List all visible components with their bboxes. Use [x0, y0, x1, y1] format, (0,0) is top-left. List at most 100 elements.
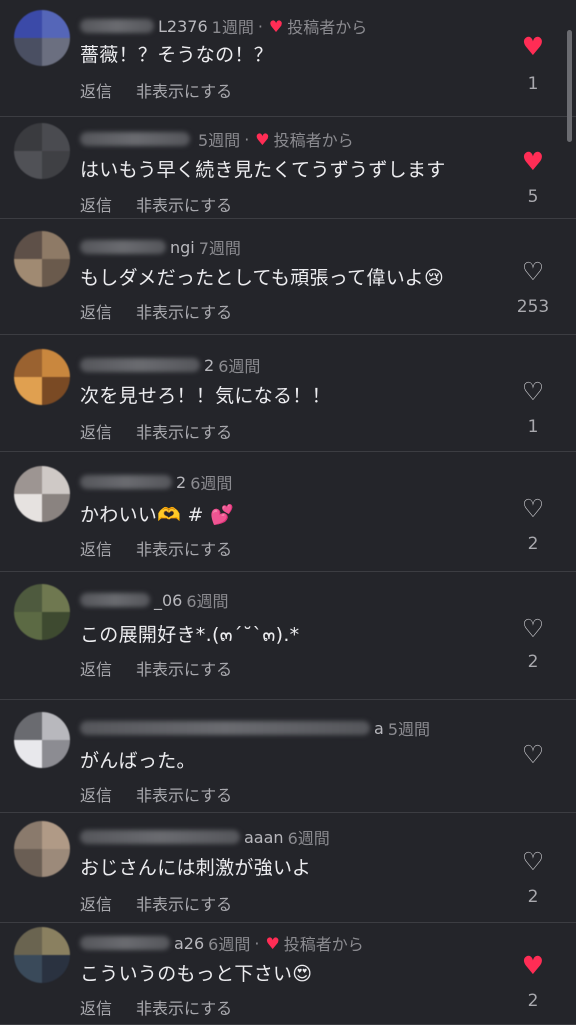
username-redacted[interactable] — [80, 830, 240, 844]
like-count: 2 — [527, 991, 539, 1011]
username-redacted[interactable] — [80, 593, 150, 607]
comment-actions: 返信 非表示にする — [80, 995, 256, 1019]
like-count: 2 — [527, 534, 539, 554]
comment-time: 1週間 — [211, 18, 254, 37]
reply-button[interactable]: 返信 — [80, 82, 112, 101]
hide-button[interactable]: 非表示にする — [136, 999, 232, 1018]
heart-filled-icon[interactable]: ♥ — [518, 34, 548, 59]
username[interactable]: L2376 — [158, 17, 208, 36]
like-count: 5 — [527, 187, 539, 207]
avatar[interactable] — [14, 927, 70, 983]
username[interactable]: a — [374, 719, 384, 738]
hide-button[interactable]: 非表示にする — [136, 303, 232, 322]
author-liked-label: 投稿者から — [283, 935, 364, 954]
avatar[interactable] — [14, 821, 70, 877]
comment-item: a26 6週間 · ♥ 投稿者から こういうのもっと下さい😍 返信 非表示にする ♥ 2 — [0, 923, 576, 1025]
username-redacted[interactable] — [80, 358, 200, 372]
username[interactable]: a26 — [174, 934, 204, 953]
comment-meta: _06 6週間 — [80, 588, 229, 612]
username-redacted[interactable] — [80, 132, 190, 146]
author-liked-label: 投稿者から — [287, 18, 368, 37]
avatar[interactable] — [14, 712, 70, 768]
comment-meta: L2376 1週間 · ♥ 投稿者から — [80, 14, 367, 38]
hide-button[interactable]: 非表示にする — [136, 423, 232, 442]
reply-button[interactable]: 返信 — [80, 786, 112, 805]
heart-filled-icon: ♥ — [255, 129, 270, 149]
hide-button[interactable]: 非表示にする — [136, 895, 232, 914]
comment-meta: 5週間 · ♥ 投稿者から — [80, 127, 354, 151]
reply-button[interactable]: 返信 — [80, 196, 112, 215]
username-redacted[interactable] — [80, 936, 170, 950]
hide-button[interactable]: 非表示にする — [136, 82, 232, 101]
comment-text: がんばった。 — [80, 750, 196, 772]
hide-button[interactable]: 非表示にする — [136, 540, 232, 559]
author-liked-label: 投稿者から — [273, 131, 354, 150]
avatar[interactable] — [14, 584, 70, 640]
avatar[interactable] — [14, 123, 70, 179]
comment-time: 6週間 — [190, 474, 233, 493]
comment-time: 6週間 — [208, 935, 251, 954]
comment-meta: 2 6週間 — [80, 353, 260, 377]
comment-item: L2376 1週間 · ♥ 投稿者から 薔薇！？そうなの！？ 返信 非表示にする ♥ 1 — [0, 0, 576, 117]
comment-text: かわいい🫶 # 💕 — [80, 504, 235, 526]
heart-filled-icon[interactable]: ♥ — [518, 953, 548, 978]
comment-item: 5週間 · ♥ 投稿者からはいもう早く続き見たくてうずうずします 返信 非表示にする ♥ 5 — [0, 117, 576, 219]
comment-meta: 2 6週間 — [80, 470, 232, 494]
comment-item: a 5週間がんばった。 返信 非表示にする ♡ — [0, 700, 576, 813]
heart-outline-icon[interactable]: ♡ — [518, 496, 548, 521]
comment-actions: 返信 非表示にする — [80, 536, 256, 560]
comment-text: この展開好き*.(๓´˘`๓).* — [80, 624, 300, 646]
like-count: 2 — [527, 887, 539, 907]
comment-time: 6週間 — [186, 592, 229, 611]
comment-text: こういうのもっと下さい😍 — [80, 963, 313, 985]
reply-button[interactable]: 返信 — [80, 999, 112, 1018]
heart-outline-icon[interactable]: ♡ — [518, 849, 548, 874]
comment-actions: 返信 非表示にする — [80, 419, 256, 443]
comment-text: 薔薇！？そうなの！？ — [80, 44, 274, 66]
comment-meta: a26 6週間 · ♥ 投稿者から — [80, 931, 364, 955]
username[interactable]: aaan — [244, 828, 284, 847]
comment-actions: 返信 非表示にする — [80, 299, 256, 323]
avatar[interactable] — [14, 231, 70, 287]
username-redacted[interactable] — [80, 475, 172, 489]
username-redacted[interactable] — [80, 240, 166, 254]
username[interactable]: _06 — [154, 591, 182, 610]
username[interactable]: 2 — [204, 356, 214, 375]
like-count: 1 — [527, 74, 539, 94]
comment-text: はいもう早く続き見たくてうずうずします — [80, 159, 446, 181]
reply-button[interactable]: 返信 — [80, 303, 112, 322]
avatar[interactable] — [14, 466, 70, 522]
username-redacted[interactable] — [80, 19, 154, 33]
separator-dot: · — [257, 16, 263, 36]
heart-filled-icon[interactable]: ♥ — [518, 149, 548, 174]
comment-time: 5週間 — [198, 131, 241, 150]
username[interactable]: ngi — [170, 238, 195, 257]
comment-item: ngi 7週間 もしダメだったとしても頑張って偉いよ😢 返信 非表示にする ♡ 253 — [0, 219, 576, 335]
comment-item: 2 6週間 次を見せろ！！気になる！！ 返信 非表示にする ♡ 1 — [0, 335, 576, 452]
comment-text: もしダメだったとしても頑張って偉いよ😢 — [80, 267, 445, 289]
reply-button[interactable]: 返信 — [80, 895, 112, 914]
comment-actions: 返信 非表示にする — [80, 782, 256, 806]
hide-button[interactable]: 非表示にする — [136, 196, 232, 215]
comment-time: 6週間 — [218, 357, 261, 376]
avatar[interactable] — [14, 349, 70, 405]
heart-outline-icon[interactable]: ♡ — [518, 742, 548, 767]
scrollbar[interactable] — [567, 30, 572, 142]
reply-button[interactable]: 返信 — [80, 660, 112, 679]
heart-filled-icon: ♥ — [268, 16, 284, 36]
hide-button[interactable]: 非表示にする — [136, 786, 232, 805]
reply-button[interactable]: 返信 — [80, 423, 112, 442]
avatar[interactable] — [14, 10, 70, 66]
heart-outline-icon[interactable]: ♡ — [518, 616, 548, 641]
username-redacted[interactable] — [80, 721, 370, 735]
username[interactable]: 2 — [176, 473, 186, 492]
hide-button[interactable]: 非表示にする — [136, 660, 232, 679]
comment-item: _06 6週間 この展開好き*.(๓´˘`๓).* 返信 非表示にする ♡ 2 — [0, 572, 576, 700]
comment-meta: a 5週間 — [80, 716, 430, 740]
comment-time: 7週間 — [198, 239, 241, 258]
comment-actions: 返信 非表示にする — [80, 192, 256, 216]
reply-button[interactable]: 返信 — [80, 540, 112, 559]
comment-text: おじさんには刺激が強いよ — [80, 857, 312, 879]
heart-outline-icon[interactable]: ♡ — [518, 379, 548, 404]
heart-outline-icon[interactable]: ♡ — [518, 259, 548, 284]
